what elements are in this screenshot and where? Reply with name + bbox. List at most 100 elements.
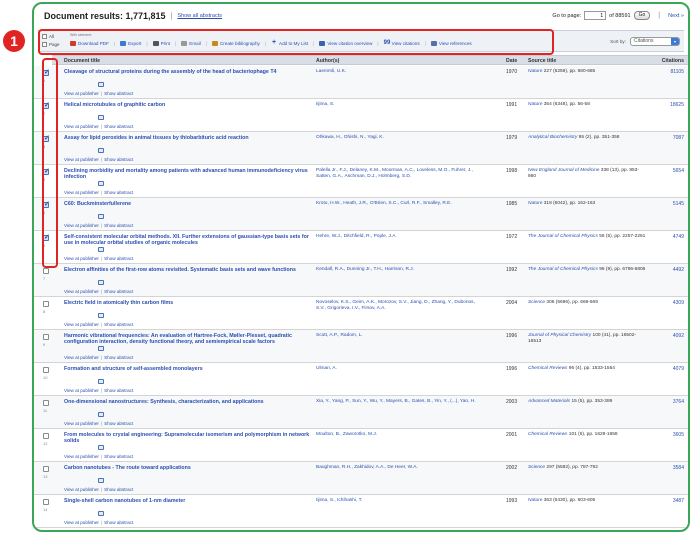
- citation-count-link[interactable]: 3584: [673, 465, 684, 471]
- journal-link[interactable]: Analytical Biochemistry: [528, 135, 577, 140]
- authors-link[interactable]: Laemmli, U.K.: [316, 69, 482, 75]
- citation-count-link[interactable]: 5145: [673, 201, 684, 207]
- view-at-publisher-link[interactable]: View at publisher: [64, 520, 99, 525]
- document-title-link[interactable]: Self-consistent molecular orbital method…: [64, 234, 319, 246]
- journal-link[interactable]: Science: [528, 300, 545, 305]
- column-header-authors[interactable]: Author(s): [316, 58, 339, 64]
- journal-link[interactable]: New England Journal of Medicine: [528, 168, 599, 173]
- abstract-icon[interactable]: [98, 478, 104, 483]
- row-checkbox[interactable]: [43, 433, 49, 439]
- authors-link[interactable]: Xia, Y., Yang, P., Sun, Y., Wu, Y., Maye…: [316, 399, 482, 405]
- view-at-publisher-link[interactable]: View at publisher: [64, 190, 99, 195]
- next-page-link[interactable]: Next »: [668, 13, 684, 19]
- authors-link[interactable]: Novoselov, K.S., Geim, A.K., Morozov, S.…: [316, 300, 482, 312]
- citation-count-link[interactable]: 3487: [673, 498, 684, 504]
- view-at-publisher-link[interactable]: View at publisher: [64, 91, 99, 96]
- view-at-publisher-link[interactable]: View at publisher: [64, 289, 99, 294]
- show-abstract-link[interactable]: Show abstract: [104, 223, 133, 228]
- view-at-publisher-link[interactable]: View at publisher: [64, 487, 99, 492]
- view-at-publisher-link[interactable]: View at publisher: [64, 454, 99, 459]
- journal-link[interactable]: Journal of Physical Chemistry: [528, 333, 591, 338]
- view-at-publisher-link[interactable]: View at publisher: [64, 124, 99, 129]
- document-title-link[interactable]: Formation and structure of self-assemble…: [64, 366, 319, 372]
- authors-link[interactable]: Iijima, S., Ichihashi, T.: [316, 498, 482, 504]
- citation-count-link[interactable]: 18625: [670, 102, 684, 108]
- journal-link[interactable]: The Journal of Chemical Physics: [528, 267, 598, 272]
- document-title-link[interactable]: Carbon nanotubes - The route toward appl…: [64, 465, 319, 471]
- document-title-link[interactable]: Cleavage of structural proteins during t…: [64, 69, 319, 75]
- document-title-link[interactable]: Declining morbidity and mortality among …: [64, 168, 319, 180]
- citation-count-link[interactable]: 3605: [673, 432, 684, 438]
- show-abstract-link[interactable]: Show abstract: [104, 289, 133, 294]
- show-abstract-link[interactable]: Show abstract: [104, 157, 133, 162]
- authors-link[interactable]: Kroto, H.W., Heath, J.R., O'Brien, S.C.,…: [316, 201, 482, 207]
- abstract-icon[interactable]: [98, 445, 104, 450]
- view-at-publisher-link[interactable]: View at publisher: [64, 421, 99, 426]
- row-checkbox[interactable]: [43, 334, 49, 340]
- abstract-icon[interactable]: [98, 247, 104, 252]
- document-title-link[interactable]: Electron affinities of the first-row ato…: [64, 267, 319, 273]
- show-abstract-link[interactable]: Show abstract: [104, 421, 133, 426]
- document-title-link[interactable]: Helical microtubules of graphitic carbon: [64, 102, 319, 108]
- show-abstract-link[interactable]: Show abstract: [104, 91, 133, 96]
- document-title-link[interactable]: One-dimensional nanostructures: Synthesi…: [64, 399, 319, 405]
- authors-link[interactable]: Ulman, A.: [316, 366, 482, 372]
- journal-link[interactable]: Nature: [528, 498, 542, 503]
- authors-link[interactable]: Ohkawa, H., Ohishi, N., Yagi, K.: [316, 135, 482, 141]
- journal-link[interactable]: Chemical Reviews: [528, 366, 567, 371]
- abstract-icon[interactable]: [98, 511, 104, 516]
- view-at-publisher-link[interactable]: View at publisher: [64, 256, 99, 261]
- show-all-abstracts-link[interactable]: Show all abstracts: [177, 13, 222, 19]
- view-at-publisher-link[interactable]: View at publisher: [64, 388, 99, 393]
- citation-count-link[interactable]: 3764: [673, 399, 684, 405]
- citation-count-link[interactable]: 7087: [673, 135, 684, 141]
- document-title-link[interactable]: Harmonic vibrational frequencies: An eva…: [64, 333, 319, 345]
- view-at-publisher-link[interactable]: View at publisher: [64, 157, 99, 162]
- citation-count-link[interactable]: 4492: [673, 267, 684, 273]
- column-header-title[interactable]: Document title: [64, 58, 100, 64]
- document-title-link[interactable]: Assay for lipid peroxides in animal tiss…: [64, 135, 319, 141]
- abstract-icon[interactable]: [98, 82, 104, 87]
- row-checkbox[interactable]: [43, 466, 49, 472]
- citation-count-link[interactable]: 4309: [673, 300, 684, 306]
- journal-link[interactable]: Nature: [528, 69, 542, 74]
- show-abstract-link[interactable]: Show abstract: [104, 322, 133, 327]
- view-at-publisher-link[interactable]: View at publisher: [64, 223, 99, 228]
- abstract-icon[interactable]: [98, 379, 104, 384]
- abstract-icon[interactable]: [98, 280, 104, 285]
- journal-link[interactable]: Advanced Materials: [528, 399, 570, 404]
- column-header-source[interactable]: Source title: [528, 58, 556, 64]
- goto-page-input[interactable]: [584, 11, 607, 20]
- sort-select[interactable]: Citations ▾: [630, 37, 680, 46]
- show-abstract-link[interactable]: Show abstract: [104, 520, 133, 525]
- show-abstract-link[interactable]: Show abstract: [104, 355, 133, 360]
- journal-link[interactable]: Science: [528, 465, 545, 470]
- citation-count-link[interactable]: 4092: [673, 333, 684, 339]
- view-at-publisher-link[interactable]: View at publisher: [64, 322, 99, 327]
- abstract-icon[interactable]: [98, 346, 104, 351]
- column-header-citations[interactable]: Citations: [662, 58, 684, 64]
- document-title-link[interactable]: Single-shell carbon nanotubes of 1-nm di…: [64, 498, 319, 504]
- show-abstract-link[interactable]: Show abstract: [104, 124, 133, 129]
- journal-link[interactable]: Nature: [528, 201, 542, 206]
- authors-link[interactable]: Scott, A.P., Radom, L.: [316, 333, 482, 339]
- authors-link[interactable]: Hehre, W.J., Ditchfield, R., Pople, J.A.: [316, 234, 482, 240]
- row-checkbox[interactable]: [43, 367, 49, 373]
- abstract-icon[interactable]: [98, 181, 104, 186]
- authors-link[interactable]: Moulton, B., Zaworotko, M.J.: [316, 432, 482, 438]
- citation-count-link[interactable]: 4749: [673, 234, 684, 240]
- journal-link[interactable]: The Journal of Chemical Physics: [528, 234, 598, 239]
- go-button[interactable]: Go: [633, 11, 651, 20]
- abstract-icon[interactable]: [98, 115, 104, 120]
- document-title-link[interactable]: From molecules to crystal engineering: S…: [64, 432, 319, 444]
- row-checkbox[interactable]: [43, 400, 49, 406]
- authors-link[interactable]: Baughman, R.H., Zakhidov, A.A., De Heer,…: [316, 465, 482, 471]
- row-checkbox[interactable]: [43, 301, 49, 307]
- show-abstract-link[interactable]: Show abstract: [104, 388, 133, 393]
- citation-count-link[interactable]: 4079: [673, 366, 684, 372]
- abstract-icon[interactable]: [98, 313, 104, 318]
- column-header-date[interactable]: Date: [506, 58, 517, 64]
- citation-count-link[interactable]: 5654: [673, 168, 684, 174]
- authors-link[interactable]: Palella Jr., F.J., Delaney, K.M., Moorma…: [316, 168, 482, 180]
- journal-link[interactable]: Chemical Reviews: [528, 432, 567, 437]
